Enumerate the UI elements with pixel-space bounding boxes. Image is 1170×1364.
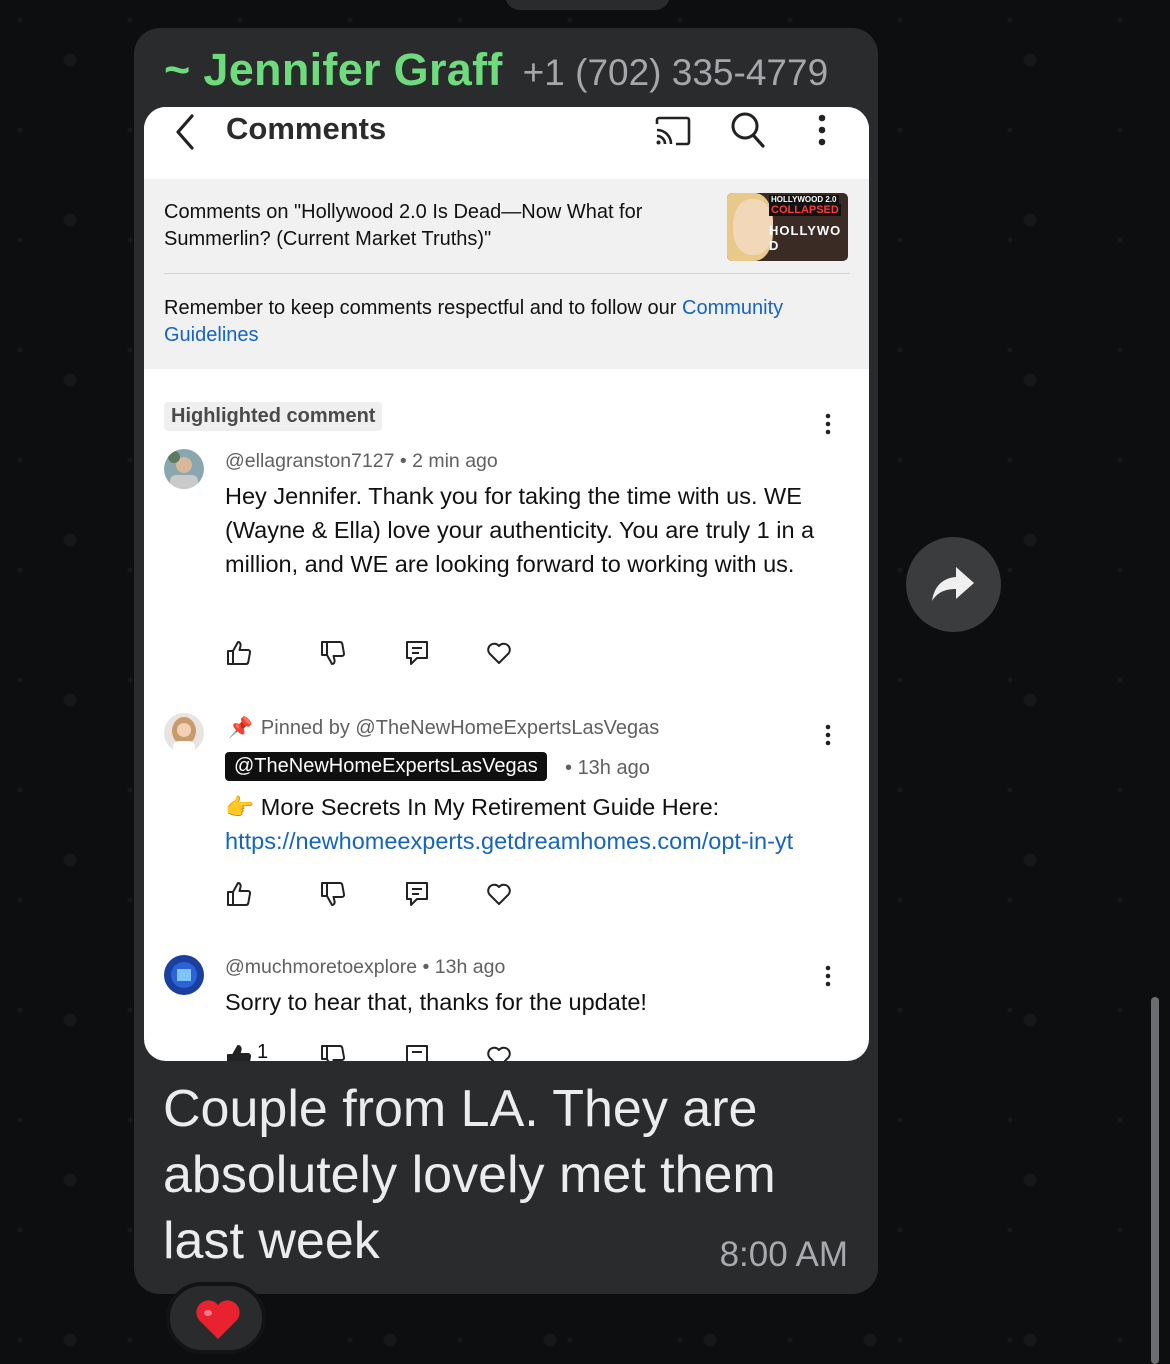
guidelines-reminder: Remember to keep comments respectful and… xyxy=(164,295,844,349)
attached-screenshot[interactable]: Comments Comments on "Hollywood 2.0 Is D… xyxy=(144,107,869,1061)
more-vertical-icon[interactable] xyxy=(812,111,832,149)
like-filled-icon[interactable]: 1 xyxy=(225,1041,268,1061)
video-title: Comments on "Hollywood 2.0 Is Dead—Now W… xyxy=(164,201,643,250)
dislike-icon[interactable] xyxy=(319,1043,347,1061)
comment-menu-icon[interactable] xyxy=(818,723,838,747)
cast-icon[interactable] xyxy=(654,115,692,147)
forward-button[interactable] xyxy=(906,537,1001,632)
avatar[interactable] xyxy=(164,955,204,995)
dislike-icon[interactable] xyxy=(319,639,347,667)
guide-link[interactable]: https://newhomeexperts.getdreamhomes.com… xyxy=(225,828,793,854)
forward-icon xyxy=(932,567,974,601)
heart-outline-icon[interactable] xyxy=(485,639,513,667)
pinned-by-text: Pinned by @TheNewHomeExpertsLasVegas xyxy=(260,717,660,739)
comment-text: Sorry to hear that, thanks for the updat… xyxy=(225,989,647,1015)
sender-name[interactable]: ~ Jennifer Graff xyxy=(164,44,503,96)
avatar[interactable] xyxy=(164,713,204,753)
thumbnail-text-2: COLLAPSED xyxy=(769,204,841,216)
sender-phone: +1 (702) 335-4779 xyxy=(522,52,829,93)
comment-author[interactable]: @muchmoretoexplore xyxy=(225,956,417,978)
video-thumbnail[interactable]: HOLLYWOOD 2.0 COLLAPSED HOLLYWO D xyxy=(727,193,848,261)
reply-icon[interactable] xyxy=(403,880,431,908)
search-icon[interactable] xyxy=(730,111,766,149)
reminder-text: Remember to keep comments respectful and… xyxy=(164,297,683,319)
pointing-hand-emoji: 👉 xyxy=(225,794,255,820)
thumbnail-face xyxy=(733,199,773,255)
comment-time: • 13h ago xyxy=(565,757,650,779)
red-heart-icon xyxy=(196,1300,240,1339)
pin-icon: 📌 xyxy=(228,717,253,739)
previous-message-edge xyxy=(505,0,670,10)
scrollbar[interactable] xyxy=(1151,997,1159,1364)
comment-meta: @muchmoretoexplore • 13h ago xyxy=(225,956,506,978)
comment-author[interactable]: @ellagranston7127 xyxy=(225,450,394,472)
page-title: Comments xyxy=(226,111,387,146)
back-icon[interactable] xyxy=(170,112,200,152)
thumbnail-text-3: HOLLYWO D xyxy=(769,223,842,253)
comment-text: Hey Jennifer. Thank you for taking the t… xyxy=(225,483,815,577)
reply-icon[interactable] xyxy=(403,639,431,667)
heart-outline-icon[interactable] xyxy=(485,1043,513,1061)
sender-header: ~ Jennifer Graff +1 (702) 335-4779 xyxy=(164,44,829,96)
avatar[interactable] xyxy=(164,449,204,489)
dislike-icon[interactable] xyxy=(319,880,347,908)
comment-time: 2 min ago xyxy=(412,450,498,472)
message-time: 8:00 AM xyxy=(719,1235,848,1274)
divider xyxy=(164,273,850,274)
comment-text: 👉 More Secrets In My Retirement Guide He… xyxy=(225,790,845,858)
like-icon[interactable] xyxy=(225,880,253,908)
like-icon[interactable] xyxy=(225,639,253,667)
thumbnail-text-1: HOLLYWOOD 2.0 xyxy=(769,195,839,204)
comment-menu-icon[interactable] xyxy=(818,412,838,436)
highlighted-comment-badge: Highlighted comment xyxy=(164,402,383,431)
video-info-panel: Comments on "Hollywood 2.0 Is Dead—Now W… xyxy=(144,179,869,369)
message-bubble[interactable]: ~ Jennifer Graff +1 (702) 335-4779 Comme… xyxy=(134,28,878,1294)
app-bar: Comments xyxy=(144,107,869,179)
comment-time-value: 13h ago xyxy=(577,757,650,779)
comment-time: 13h ago xyxy=(434,956,506,978)
like-count: 1 xyxy=(257,1041,269,1061)
channel-owner-chip[interactable]: @TheNewHomeExpertsLasVegas xyxy=(225,752,547,781)
reaction-badge[interactable]: ❤️ xyxy=(166,1282,266,1354)
message-text: Couple from LA. They are absolutely love… xyxy=(163,1080,776,1270)
comment-meta: @ellagranston7127 • 2 min ago xyxy=(225,450,498,472)
reply-icon[interactable] xyxy=(403,1043,431,1061)
comment-text-body: More Secrets In My Retirement Guide Here… xyxy=(260,794,720,820)
heart-outline-icon[interactable] xyxy=(485,880,513,908)
pinned-by-label: 📌 Pinned by @TheNewHomeExpertsLasVegas xyxy=(228,715,659,740)
